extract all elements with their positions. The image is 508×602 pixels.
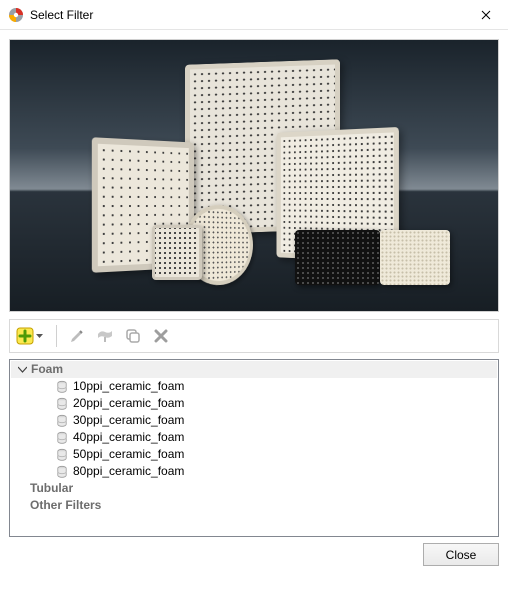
dialog-footer: Close bbox=[9, 543, 499, 566]
titlebar: Select Filter bbox=[0, 0, 508, 30]
database-icon bbox=[55, 397, 69, 411]
window-close-button[interactable] bbox=[463, 0, 508, 30]
tree-category-label: Other Filters bbox=[30, 497, 101, 514]
database-icon bbox=[55, 380, 69, 394]
app-icon bbox=[8, 7, 24, 23]
x-icon bbox=[154, 329, 168, 343]
tree-category-label: Tubular bbox=[30, 480, 73, 497]
tree-item-label: 20ppi_ceramic_foam bbox=[73, 395, 184, 412]
toolbar bbox=[9, 319, 499, 353]
chevron-down-icon bbox=[36, 334, 43, 339]
plus-icon bbox=[16, 327, 34, 345]
pencil-icon bbox=[69, 328, 85, 344]
database-icon bbox=[55, 414, 69, 428]
tree-category[interactable]: Foam bbox=[11, 361, 497, 378]
tree-item[interactable]: 80ppi_ceramic_foam bbox=[11, 463, 497, 480]
tree-item-label: 50ppi_ceramic_foam bbox=[73, 446, 184, 463]
toolbar-separator bbox=[56, 325, 57, 347]
edit-button[interactable] bbox=[65, 324, 89, 348]
filter-tree[interactable]: Foam10ppi_ceramic_foam20ppi_ceramic_foam… bbox=[9, 359, 499, 537]
add-button[interactable] bbox=[14, 324, 48, 348]
database-icon bbox=[55, 465, 69, 479]
tree-item[interactable]: 20ppi_ceramic_foam bbox=[11, 395, 497, 412]
tree-category[interactable]: Tubular bbox=[11, 480, 497, 497]
tree-item-label: 80ppi_ceramic_foam bbox=[73, 463, 184, 480]
filter-button[interactable] bbox=[93, 324, 117, 348]
twisty-open-icon[interactable] bbox=[15, 363, 29, 377]
tree-item[interactable]: 50ppi_ceramic_foam bbox=[11, 446, 497, 463]
delete-button[interactable] bbox=[149, 324, 173, 348]
tree-category-label: Foam bbox=[29, 361, 493, 378]
pour-icon bbox=[96, 328, 114, 344]
tree-item-label: 10ppi_ceramic_foam bbox=[73, 378, 184, 395]
tree-category[interactable]: Other Filters bbox=[11, 497, 497, 514]
close-button[interactable]: Close bbox=[423, 543, 499, 566]
copy-button[interactable] bbox=[121, 324, 145, 348]
tree-item[interactable]: 30ppi_ceramic_foam bbox=[11, 412, 497, 429]
database-icon bbox=[55, 448, 69, 462]
database-icon bbox=[55, 431, 69, 445]
close-icon bbox=[481, 10, 491, 20]
tree-item-label: 30ppi_ceramic_foam bbox=[73, 412, 184, 429]
tree-item[interactable]: 10ppi_ceramic_foam bbox=[11, 378, 497, 395]
tree-item-label: 40ppi_ceramic_foam bbox=[73, 429, 184, 446]
window-title: Select Filter bbox=[30, 8, 463, 22]
tree-item[interactable]: 40ppi_ceramic_foam bbox=[11, 429, 497, 446]
dialog-content: Foam10ppi_ceramic_foam20ppi_ceramic_foam… bbox=[0, 30, 508, 602]
filter-preview-image bbox=[9, 39, 499, 312]
copy-icon bbox=[125, 328, 141, 344]
